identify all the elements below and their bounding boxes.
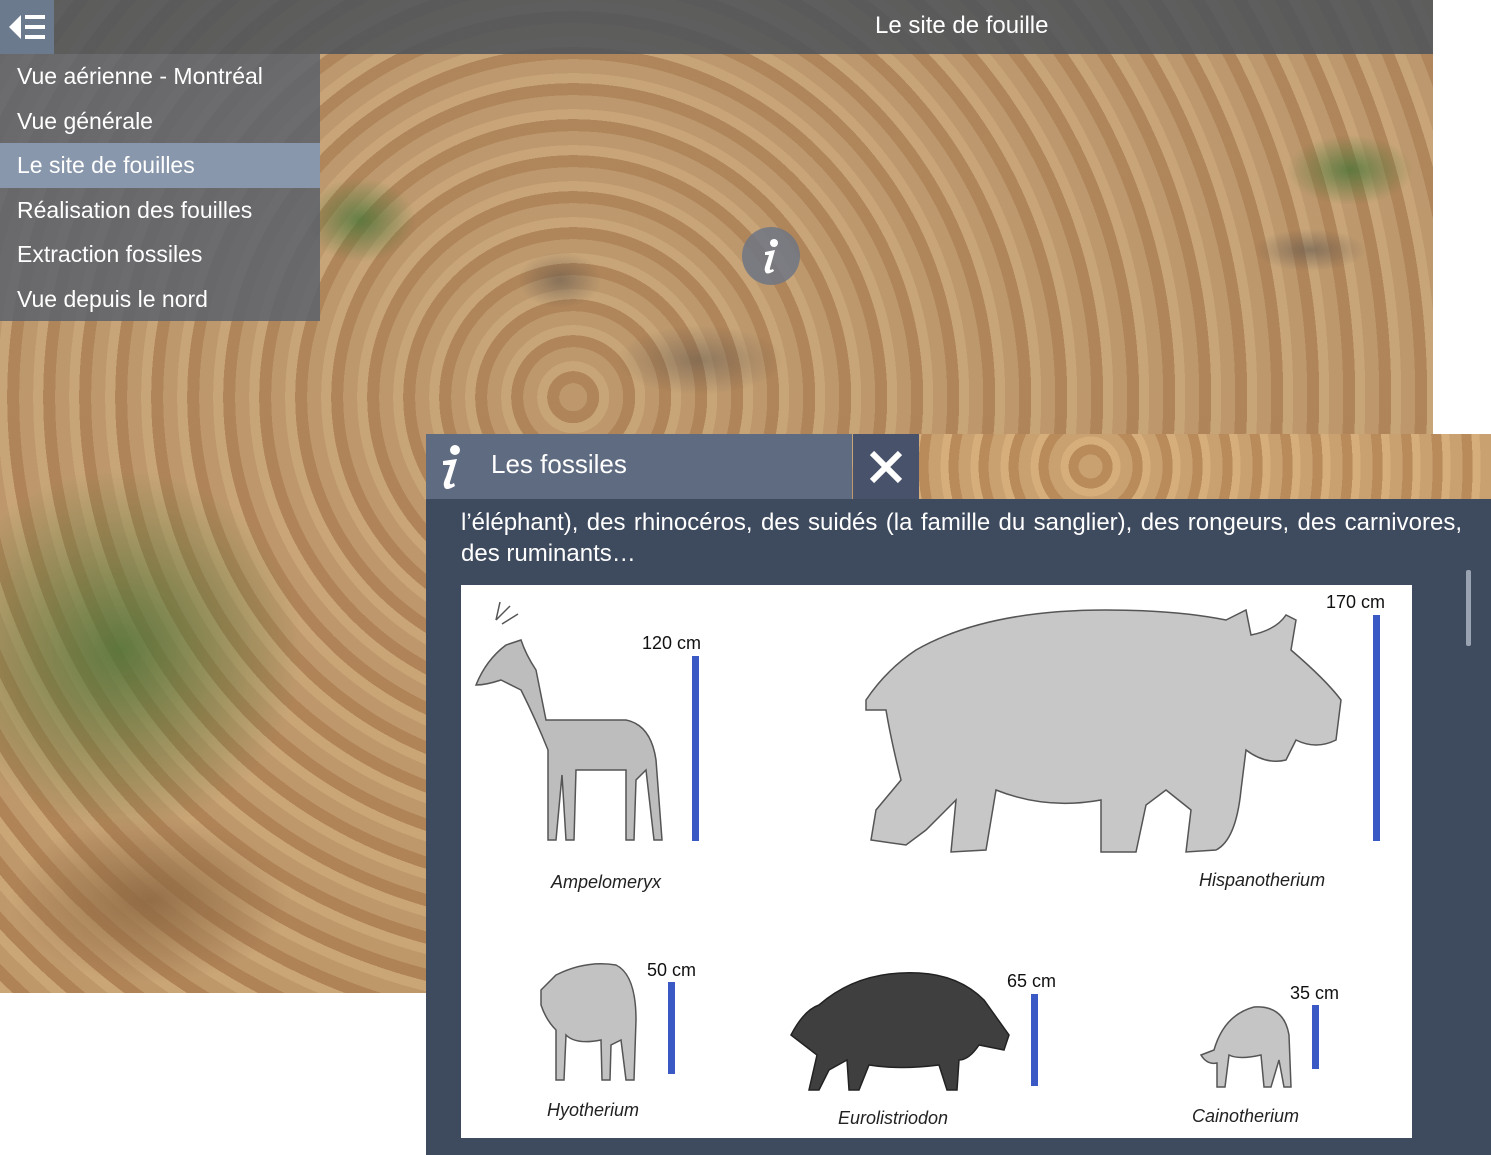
eurolistriodon-height-bar (1031, 994, 1038, 1086)
info-panel-text: l’éléphant), des rhinocéros, des suidés … (461, 509, 1462, 567)
menu-item-vue-nord[interactable]: Vue depuis le nord (0, 277, 320, 322)
ampelomeryx-name: Ampelomeryx (551, 872, 662, 892)
menu-collapse-icon (9, 15, 45, 39)
cainotherium-illustration (1199, 1006, 1292, 1088)
info-icon (443, 445, 460, 489)
info-icon (764, 239, 778, 274)
hispanotherium-illustration (865, 608, 1342, 853)
info-panel-title: Les fossiles (491, 449, 627, 479)
close-button[interactable] (853, 434, 919, 499)
eurolistriodon-name: Eurolistriodon (838, 1108, 949, 1128)
menu-item-site-de-fouilles[interactable]: Le site de fouilles (0, 143, 320, 188)
hyotherium-illustration (540, 963, 637, 1081)
page-title: Le site de fouille (875, 12, 1049, 39)
close-icon (869, 450, 903, 483)
menu-item-realisation-fouilles[interactable]: Réalisation des fouilles (0, 188, 320, 233)
info-panel-header (426, 434, 852, 499)
menu-toggle-button[interactable] (0, 0, 54, 54)
scene-menu: Vue aérienne - Montréal Vue générale Le … (0, 54, 320, 321)
eurolistriodon-illustration (790, 972, 1010, 1091)
cainotherium-height-bar (1312, 1005, 1319, 1069)
menu-item-extraction-fossiles[interactable]: Extraction fossiles (0, 232, 320, 277)
cainotherium-name: Cainotherium (1192, 1106, 1300, 1126)
hispanotherium-name: Hispanotherium (1199, 870, 1326, 890)
info-hotspot[interactable] (742, 227, 800, 285)
eurolistriodon-height-label: 65 cm (1007, 971, 1057, 991)
panel-scrollbar[interactable] (1466, 570, 1471, 646)
ampelomeryx-height-bar (692, 656, 699, 841)
panel-header-background (919, 434, 1491, 499)
hyotherium-height-bar (668, 982, 675, 1074)
hispanotherium-height-label: 170 cm (1326, 592, 1386, 612)
cainotherium-height-label: 35 cm (1290, 983, 1340, 1003)
hispanotherium-height-bar (1373, 615, 1380, 841)
ampelomeryx-height-label: 120 cm (642, 633, 702, 653)
hyotherium-height-label: 50 cm (647, 960, 697, 980)
fossils-figure: 120 cm Ampelomeryx 170 cm Hispanotherium… (461, 585, 1412, 1138)
menu-item-vue-aerienne[interactable]: Vue aérienne - Montréal (0, 54, 320, 99)
menu-item-vue-generale[interactable]: Vue générale (0, 99, 320, 144)
hyotherium-name: Hyotherium (547, 1100, 640, 1120)
